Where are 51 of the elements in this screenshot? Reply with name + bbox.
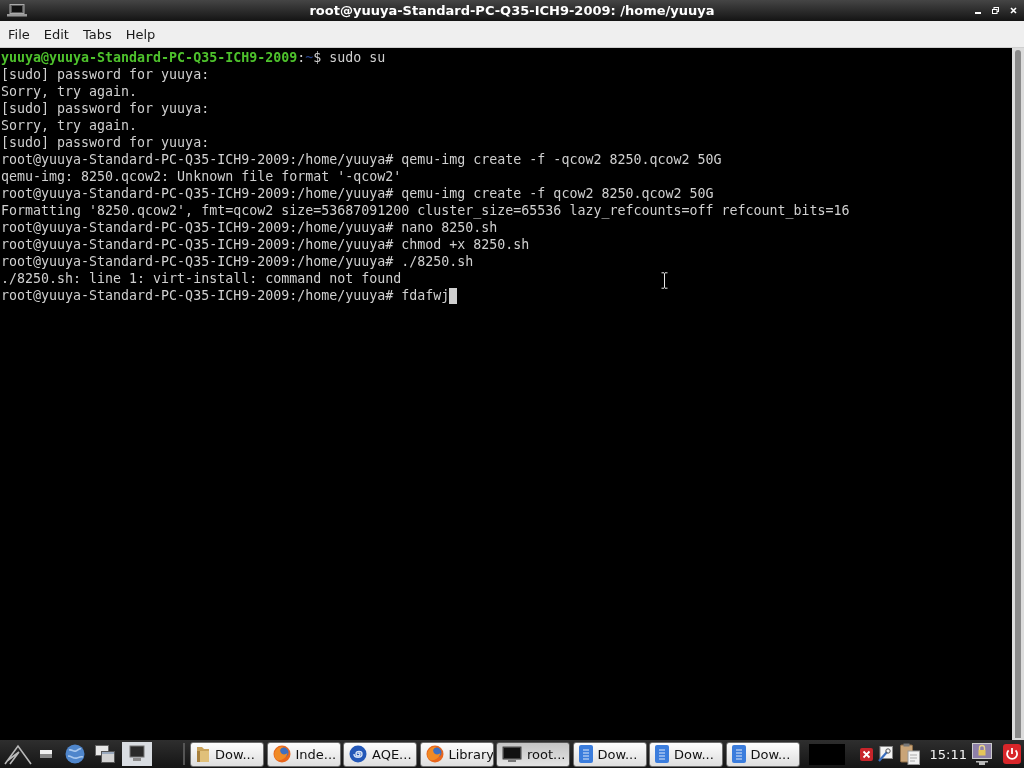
menu-item[interactable]: Tabs [75, 23, 119, 45]
menu-item[interactable]: File [1, 23, 37, 45]
ibeam-pointer-icon [661, 272, 668, 289]
swirl-logo-icon [349, 745, 367, 763]
clock-label: 15:11 [929, 746, 967, 762]
globe-icon [272, 745, 291, 763]
terminal-line: root@yuuya-Standard-PC-Q35-ICH9-2009:/home/yuuya# fdafwj [1, 287, 450, 304]
folder-icon [196, 745, 210, 763]
terminal-icon[interactable] [122, 742, 152, 766]
close-icon[interactable] [1010, 7, 1017, 14]
taskbar-button[interactable]: Dow... [649, 741, 723, 767]
menu-item[interactable]: Edit [36, 23, 76, 45]
clipboard-icon[interactable] [899, 743, 920, 765]
terminal-line: root@yuuya-Standard-PC-Q35-ICH9-2009:/home/yuuya# nano 8250.sh [1, 219, 498, 236]
taskbar-button[interactable]: Dow... [190, 741, 264, 767]
terminal-line: [sudo] password for yuuya: [1, 134, 210, 151]
padlock-monitor-icon[interactable] [971, 743, 992, 765]
globe-icon [425, 745, 444, 763]
terminal-line: root@yuuya-Standard-PC-Q35-ICH9-2009:/home/yuuya# chmod +x 8250.sh [1, 236, 530, 253]
terminal-line: ./8250.sh: line 1: virt-install: command not found [1, 270, 402, 287]
logo-icon[interactable] [3, 743, 33, 765]
terminal-line: Sorry, try again. [1, 83, 138, 100]
terminal-line: root@yuuya-Standard-PC-Q35-ICH9-2009:/home/yuuya# qemu-img create -f -qcow2 8250.qcow2 50G [1, 151, 722, 168]
terminal-icon [502, 746, 522, 762]
taskbar-button[interactable]: root... [496, 741, 570, 767]
terminal-line: root@yuuya-Standard-PC-Q35-ICH9-2009:/home/yuuya# qemu-img create -f qcow2 8250.qcow2 50G [1, 185, 714, 202]
blank-tile-icon[interactable] [808, 743, 845, 765]
terminal-line: root@yuuya-Standard-PC-Q35-ICH9-2009:/home/yuuya# ./8250.sh [1, 253, 474, 270]
terminal-line: qemu-img: 8250.qcow2: Unknown file format '-qcow2' [1, 168, 402, 185]
menu-item[interactable]: Help [118, 23, 163, 45]
document-icon [578, 745, 593, 763]
power-icon[interactable] [1002, 744, 1021, 764]
taskbar-button[interactable]: Dow... [572, 741, 647, 767]
globe-icon[interactable] [65, 744, 85, 764]
terminal-line: [sudo] password for yuuya: [1, 66, 210, 83]
taskbar-button[interactable]: Inde... [266, 741, 341, 767]
magnifier-icon[interactable] [876, 746, 893, 762]
document-icon [731, 745, 746, 763]
terminal-icon[interactable] [6, 4, 28, 17]
error-icon[interactable] [859, 747, 873, 761]
terminal-line: Sorry, try again. [1, 117, 138, 134]
windows-icon[interactable] [95, 745, 115, 763]
terminal-line: yuuya@yuuya-Standard-PC-Q35-ICH9-2009:~$ sudo su [1, 49, 386, 66]
drive-icon[interactable] [40, 750, 52, 758]
document-icon [655, 745, 669, 763]
maximize-icon[interactable] [992, 7, 999, 14]
taskbar-button[interactable]: Dow... [725, 741, 800, 767]
window-title: root@yuuya-Standard-PC-Q35-ICH9-2009: /home/yuuya [309, 3, 715, 18]
terminal-line: Formatting '8250.qcow2', fmt=qcow2 size=53687091200 cluster_size=65536 lazy_refcounts=off refcount_bits=16 [1, 202, 850, 219]
taskbar-button[interactable]: AQE... [343, 741, 417, 767]
terminal-line: [sudo] password for yuuya: [1, 100, 210, 117]
